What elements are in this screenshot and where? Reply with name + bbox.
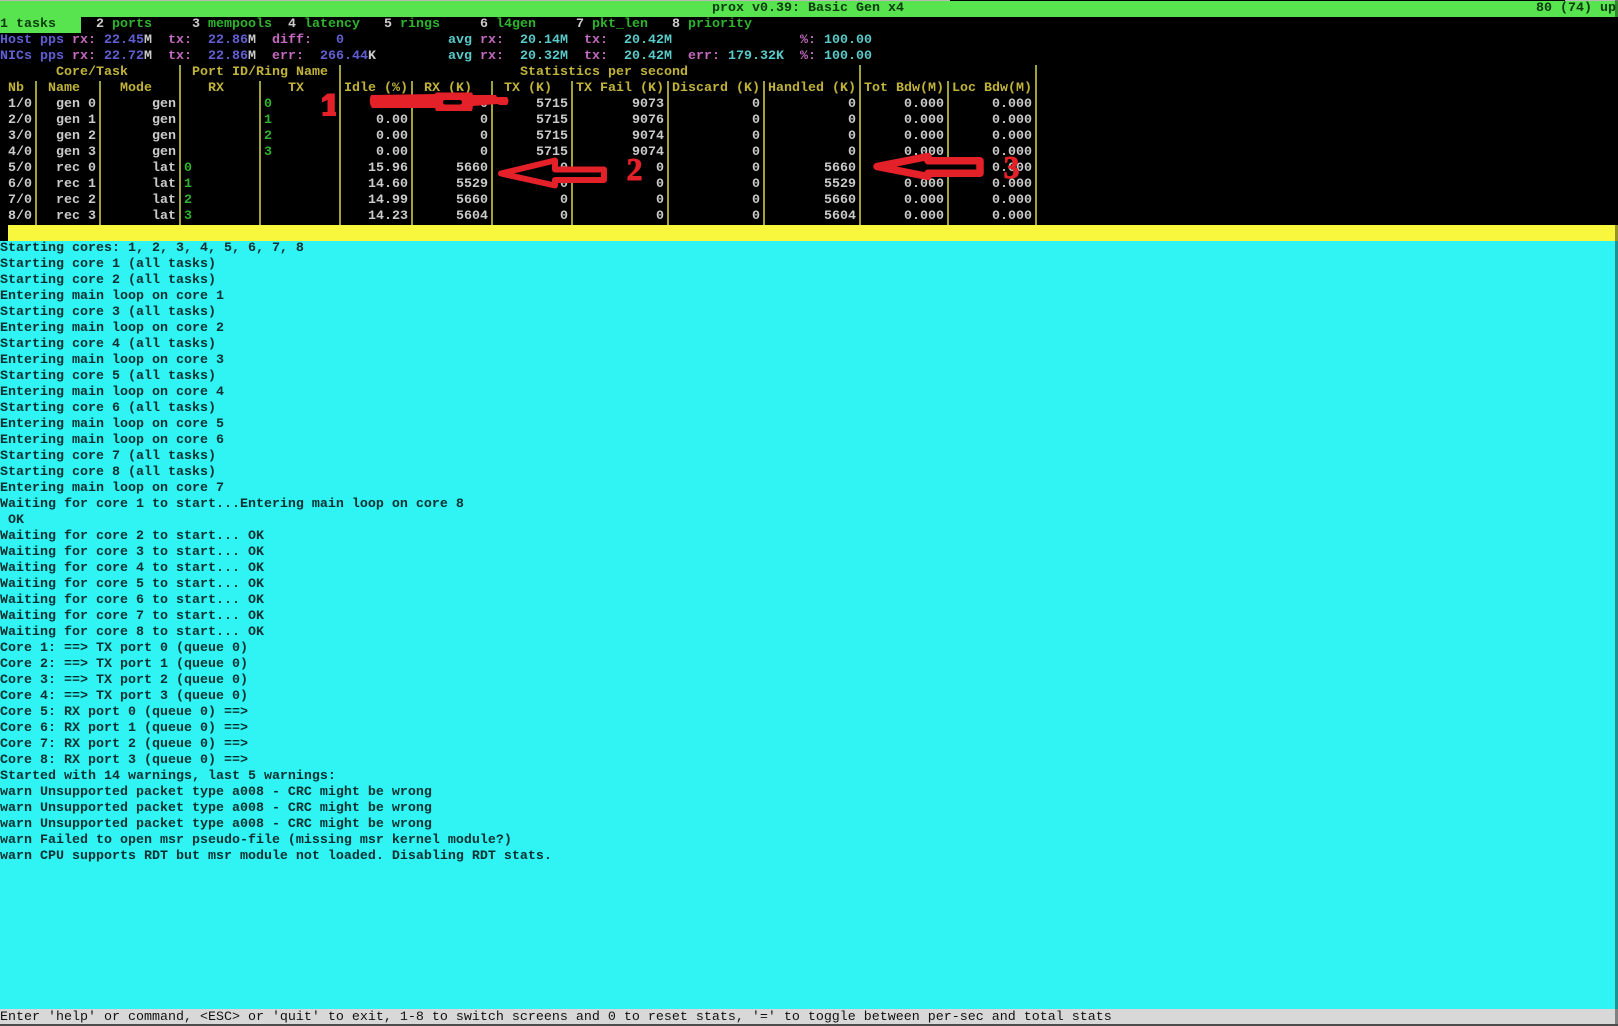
svg-text:3: 3	[1004, 149, 1020, 185]
svg-text:2: 2	[627, 151, 643, 187]
